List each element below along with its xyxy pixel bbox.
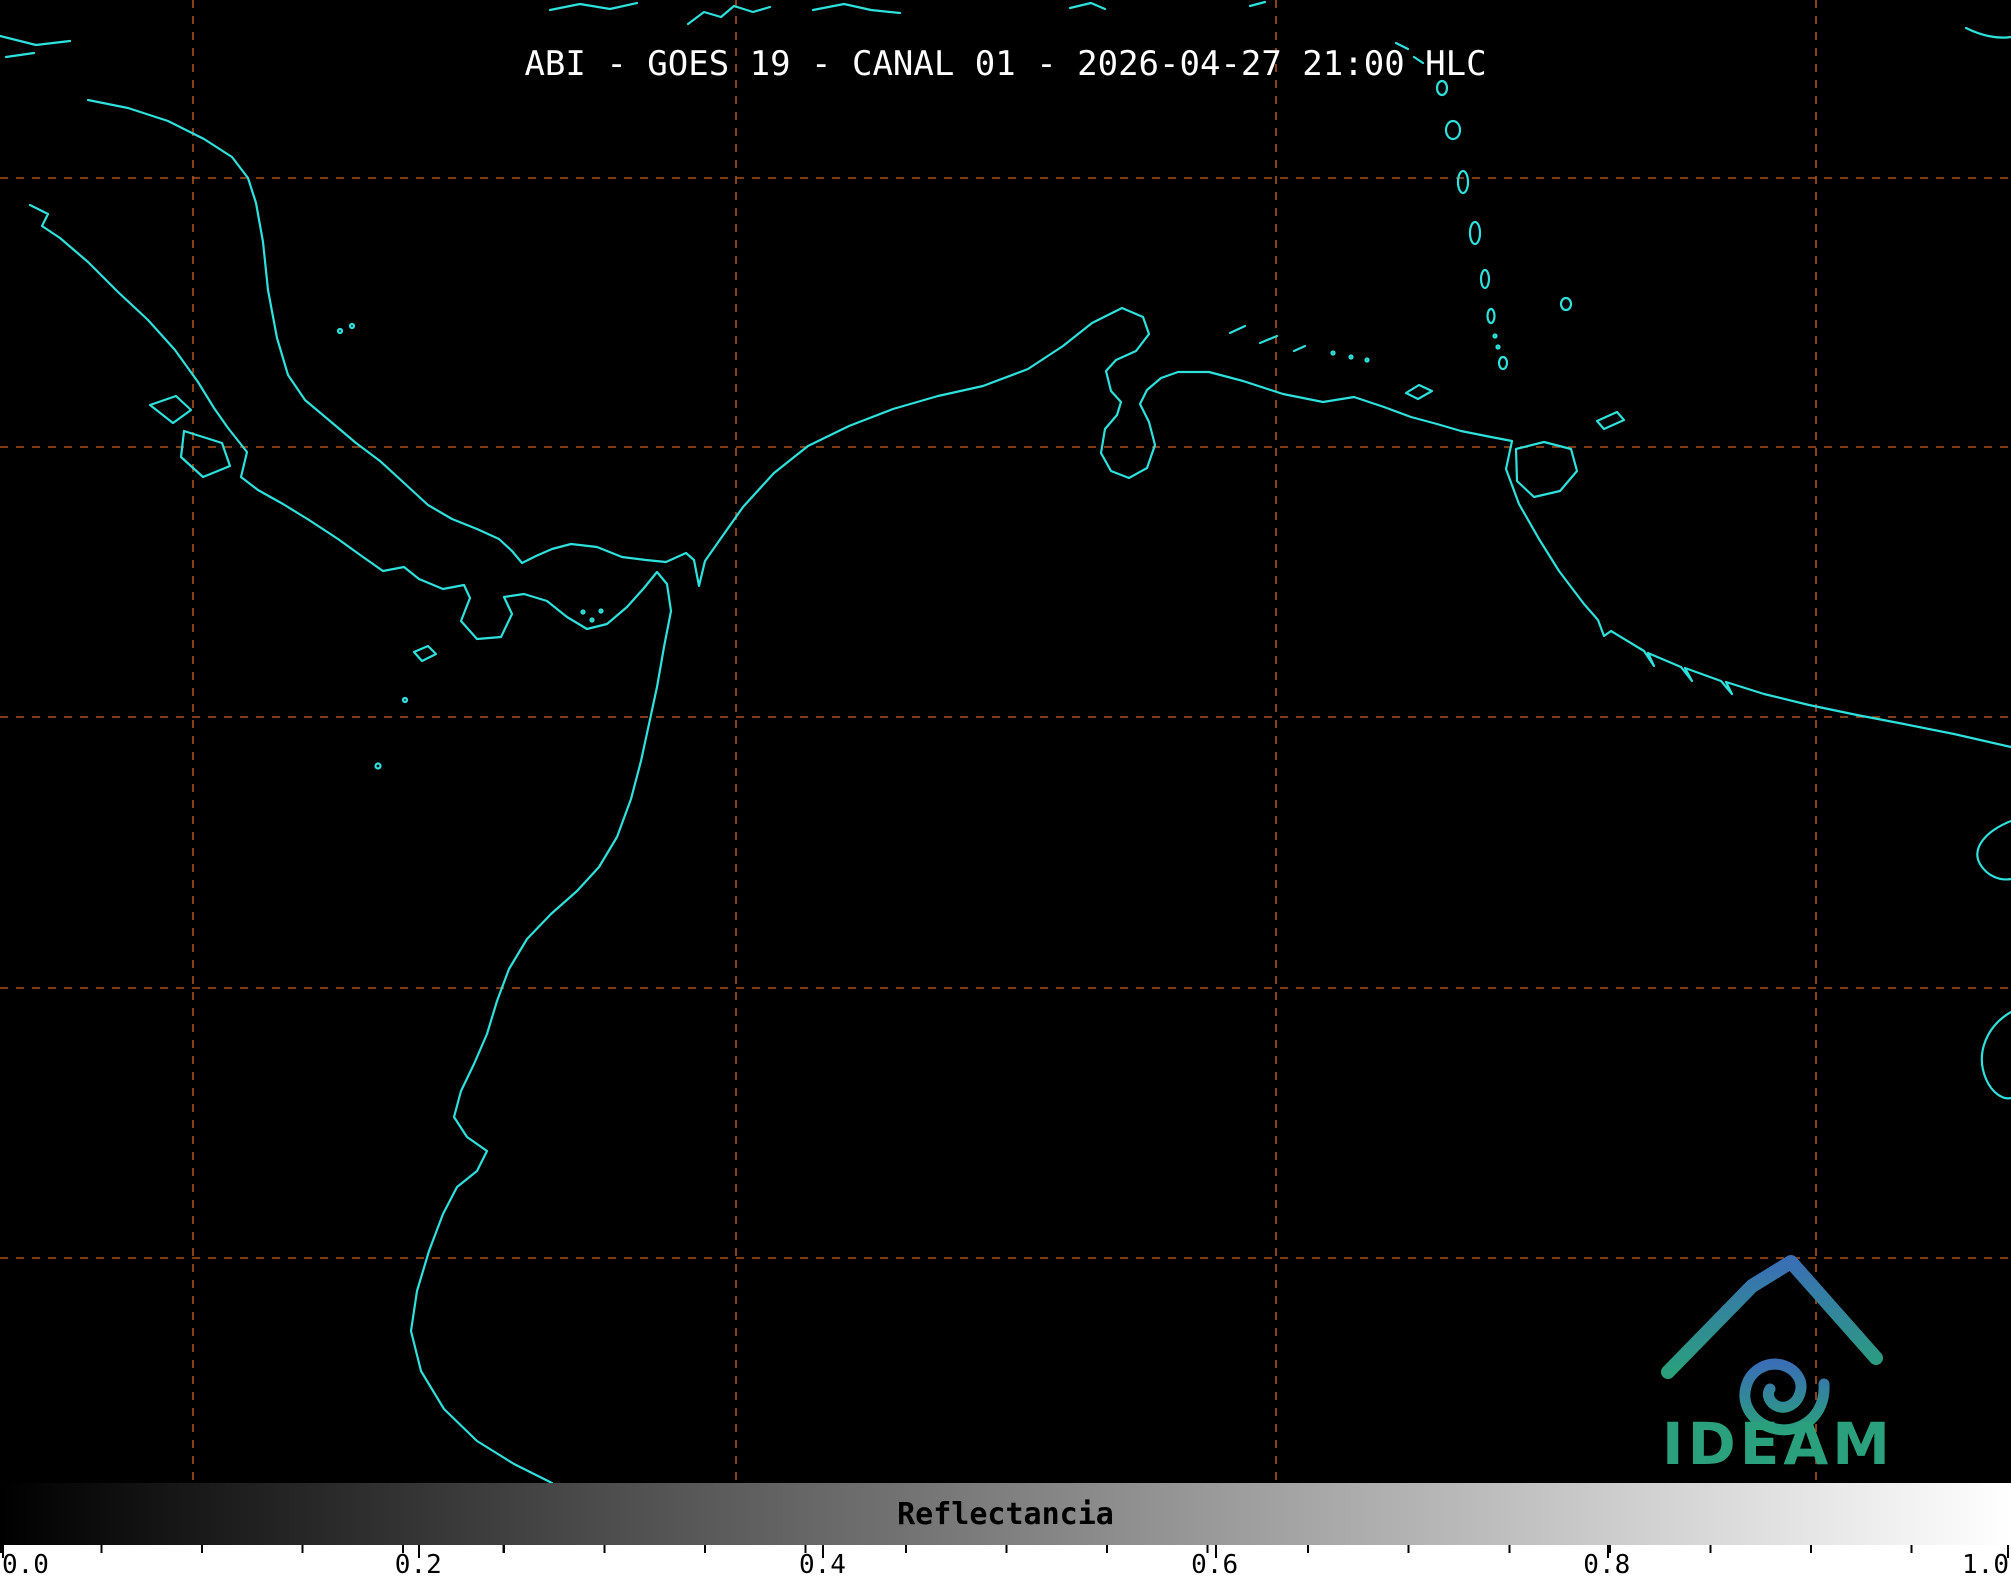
graticule-lines (0, 0, 2011, 1483)
islet-los-roques-2 (1350, 356, 1353, 359)
colorbar-tick-label: 0.2 (395, 1553, 442, 1577)
colorbar-axis: 0.0 0.2 0.4 0.6 0.8 1.0 (0, 1545, 2011, 1577)
ideam-logo-mountain (1668, 1262, 1876, 1372)
colorbar-tick-label: 0.8 (1583, 1553, 1630, 1577)
island-st-lucia (1481, 270, 1489, 288)
island-grenada (1499, 357, 1507, 369)
map-area: IDEAM ABI - GOES 19 - CANAL 01 - 2026-04… (0, 0, 2011, 1483)
island-martinique (1470, 222, 1480, 244)
island-providencia (403, 698, 407, 702)
colorbar-tick-label: 0.4 (799, 1553, 846, 1577)
ideam-logo: IDEAM (1662, 1262, 1894, 1478)
colorbar: Reflectancia (0, 1483, 2011, 1545)
islet-los-roques-1 (1332, 352, 1335, 355)
coastline-pacific (30, 205, 671, 1483)
colorbar-label: Reflectancia (0, 1483, 2011, 1545)
islet-pearl-2 (591, 619, 594, 622)
island-dominica (1458, 171, 1468, 193)
coastline-caribbean (88, 100, 2011, 747)
island-grenadines-1 (1494, 335, 1497, 338)
island-san-andres (376, 764, 381, 769)
colorbar-tick-label: 1.0 (1962, 1553, 2009, 1577)
island-trinidad (1516, 442, 1577, 497)
map-canvas: IDEAM (0, 0, 2011, 1483)
island-barbados (1561, 298, 1571, 310)
ideam-logo-text: IDEAM (1662, 1410, 1894, 1478)
satellite-image-viewer: IDEAM ABI - GOES 19 - CANAL 01 - 2026-04… (0, 0, 2011, 1577)
coastline-right-fragments (1977, 821, 2011, 1098)
coastline-lakes (150, 396, 230, 477)
island-coiba (414, 646, 436, 661)
coastlines (0, 2, 2011, 1483)
graticule (0, 0, 2011, 1483)
colorbar-tick-label: 0.0 (2, 1553, 49, 1577)
colorbar-minor-ticks (0, 1545, 2011, 1553)
islet-pearl-3 (600, 610, 603, 613)
island-margarita (1406, 385, 1432, 399)
islet-pearl-1 (582, 611, 585, 614)
islet-los-roques-3 (1366, 359, 1369, 362)
island-st-vincent (1488, 309, 1495, 323)
islands-abc (1230, 326, 1305, 351)
island-guadeloupe (1446, 121, 1460, 139)
image-title: ABI - GOES 19 - CANAL 01 - 2026-04-27 21… (524, 44, 1486, 84)
island-tobago (1597, 412, 1624, 429)
colorbar-tick-label: 0.6 (1191, 1553, 1238, 1577)
island-corn-1 (338, 329, 342, 333)
island-corn-2 (350, 324, 354, 328)
island-grenadines-2 (1497, 346, 1500, 349)
